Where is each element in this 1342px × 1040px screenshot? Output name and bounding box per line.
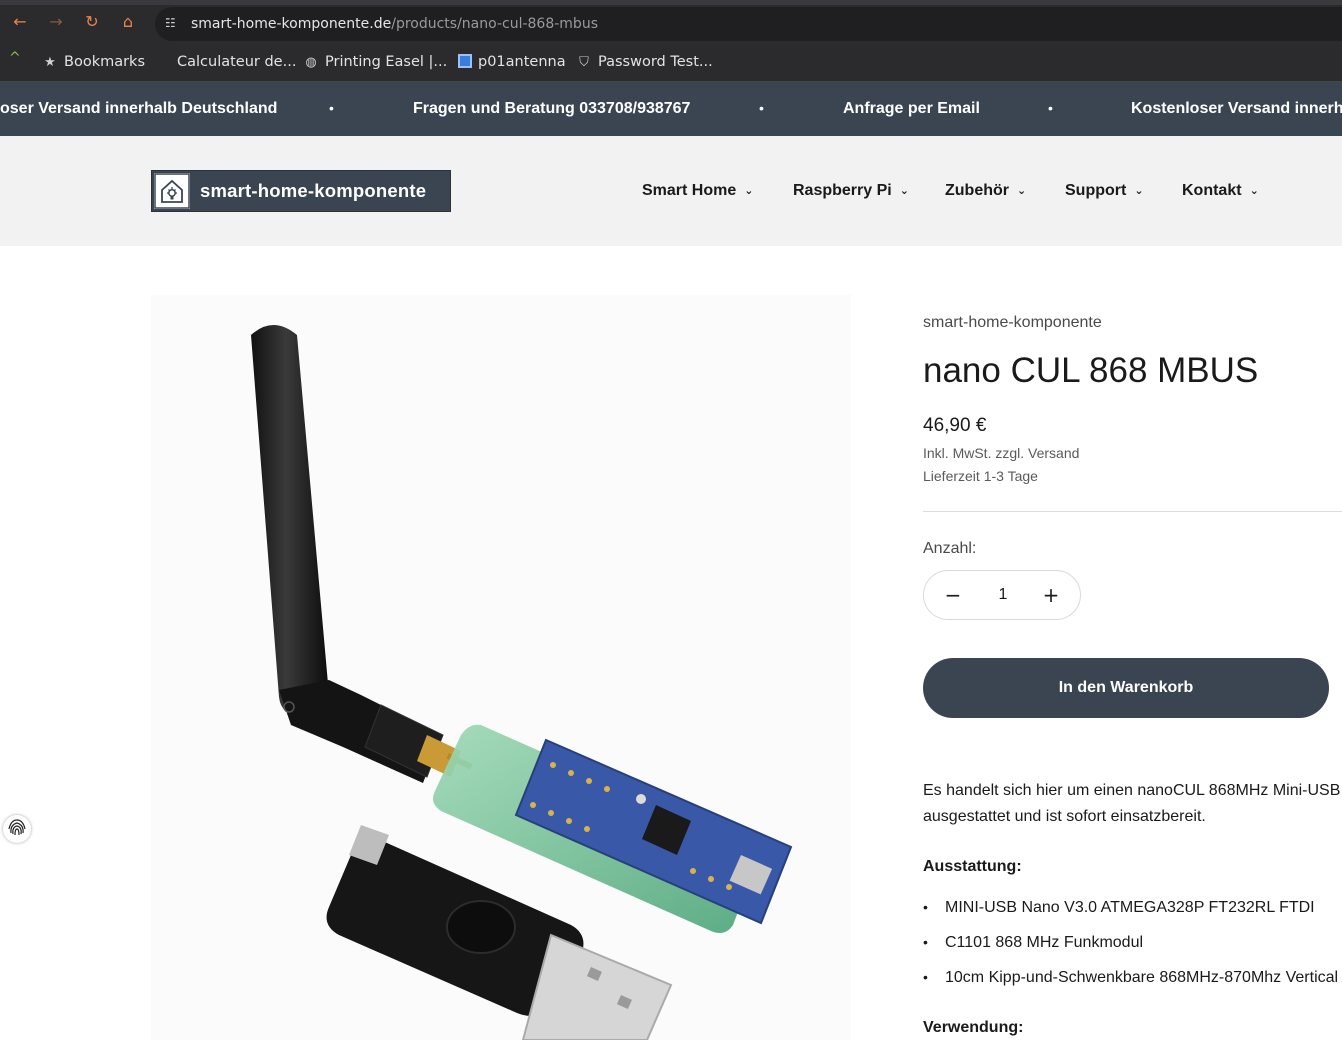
- bookmark-calculateur[interactable]: Calculateur de...: [177, 51, 296, 73]
- address-bar[interactable]: ☷ smart-home-komponente.de/products/nano…: [155, 7, 1342, 41]
- nav-label: Raspberry Pi: [793, 182, 892, 199]
- announcement-separator: •: [759, 100, 764, 116]
- shield-icon: ⛉: [579, 55, 589, 70]
- announcement-item: Kostenloser Versand innerhalb Deutschlan…: [1131, 100, 1342, 117]
- quantity-label: Anzahl:: [923, 540, 977, 557]
- tax-note: Inkl. MwSt. zzgl. Versand: [923, 445, 1080, 461]
- announcement-item: Fragen und Beratung 033708/938767: [413, 100, 691, 117]
- equipment-heading: Ausstattung:: [923, 858, 1022, 875]
- back-arrow-icon[interactable]: ←: [10, 12, 30, 32]
- description-line: ausgestattet und ist sofort einsatzberei…: [923, 808, 1206, 825]
- nav-smart-home[interactable]: Smart Home ⌄: [642, 181, 753, 201]
- bookmark-label: Calculateur de...: [177, 54, 297, 70]
- bookmark-label: Printing Easel |...: [325, 54, 448, 70]
- nav-label: Zubehör: [945, 182, 1009, 199]
- product-title: nano CUL 868 MBUS: [923, 351, 1259, 390]
- chevron-down-icon: ⌄: [1134, 184, 1144, 197]
- nav-support[interactable]: Support ⌄: [1065, 181, 1144, 201]
- bookmark-p01antenna[interactable]: p01antenna: [458, 51, 566, 73]
- bookmark-bookmarks[interactable]: ★ Bookmarks: [42, 51, 145, 73]
- browser-tab-strip-edge: [0, 0, 1342, 5]
- usage-heading: Verwendung:: [923, 1019, 1024, 1036]
- divider: [923, 511, 1342, 512]
- globe-icon: ◍: [305, 55, 317, 70]
- nav-label: Support: [1065, 182, 1127, 199]
- announcement-item: Anfrage per Email: [843, 100, 980, 117]
- bullet-icon: •: [923, 969, 928, 985]
- nav-label: Smart Home: [642, 182, 737, 199]
- nav-kontakt[interactable]: Kontakt ⌄: [1182, 181, 1259, 201]
- star-icon: ★: [44, 55, 56, 70]
- house-logo-icon: [154, 173, 190, 209]
- fingerprint-icon[interactable]: [3, 815, 31, 843]
- bullet-icon: •: [923, 934, 928, 950]
- list-item: • MINI-USB Nano V3.0 ATMEGA328P FT232RL F…: [923, 897, 1342, 918]
- description-line: Es handelt sich hier um einen nanoCUL 86…: [923, 782, 1342, 799]
- product-description: Es handelt sich hier um einen nanoCUL 86…: [923, 778, 1342, 830]
- announcement-separator: •: [1048, 100, 1053, 116]
- delivery-time: Lieferzeit 1-3 Tage: [923, 468, 1038, 484]
- site-header: smart-home-komponente Smart Home ⌄ Raspbe…: [0, 136, 1342, 246]
- bookmarks-bar: ^ ★ Bookmarks Calculateur de... ◍ Printing…: [0, 42, 1342, 82]
- product-price: 46,90 €: [923, 415, 987, 436]
- add-to-cart-button[interactable]: In den Warenkorb: [923, 658, 1329, 718]
- chevron-down-icon: ⌄: [744, 184, 754, 197]
- site-logo[interactable]: smart-home-komponente: [151, 170, 451, 212]
- feature-text: 10cm Kipp-und-Schwenkbare 868MHz-870Mhz …: [945, 969, 1342, 986]
- nav-label: Kontakt: [1182, 182, 1242, 199]
- bullet-icon: •: [923, 899, 928, 915]
- list-item: • C1101 868 MHz Funkmodul: [923, 932, 1342, 953]
- chevron-down-icon: ⌄: [899, 184, 909, 197]
- url-host: smart-home-komponente.de: [191, 16, 392, 32]
- quantity-stepper: − +: [923, 570, 1081, 620]
- forward-arrow-icon[interactable]: →: [46, 12, 66, 32]
- product-image[interactable]: [151, 295, 851, 1040]
- feature-text: C1101 868 MHz Funkmodul: [945, 934, 1144, 951]
- product-vendor[interactable]: smart-home-komponente: [923, 313, 1102, 333]
- nav-zubehoer[interactable]: Zubehör ⌄: [945, 181, 1026, 201]
- chevron-up-icon[interactable]: ^: [9, 50, 21, 66]
- bookmark-label: p01antenna: [478, 54, 566, 70]
- calculator-icon: [458, 54, 472, 68]
- minus-icon[interactable]: −: [941, 583, 965, 607]
- site-settings-icon[interactable]: ☷: [165, 16, 179, 30]
- chevron-down-icon: ⌄: [1017, 184, 1027, 197]
- browser-toolbar: ← → ↻ ⌂ ☷ smart-home-komponente.de/produ…: [0, 0, 1342, 42]
- logo-text: smart-home-komponente: [200, 180, 427, 201]
- bookmark-password-test[interactable]: ⛉ Password Test...: [576, 51, 713, 73]
- nav-raspberry-pi[interactable]: Raspberry Pi ⌄: [793, 181, 909, 201]
- announcement-item: oser Versand innerhalb Deutschland: [0, 100, 278, 117]
- bookmark-printing-easel[interactable]: ◍ Printing Easel |...: [303, 51, 447, 73]
- quantity-input[interactable]: [979, 583, 1027, 607]
- feature-text: MINI-USB Nano V3.0 ATMEGA328P FT232RL FT…: [945, 899, 1315, 916]
- bookmark-label: Password Test...: [598, 54, 713, 70]
- url-path: /products/nano-cul-868-mbus: [391, 16, 598, 32]
- chevron-down-icon: ⌄: [1249, 184, 1259, 197]
- home-icon[interactable]: ⌂: [118, 12, 138, 32]
- list-item: • 10cm Kipp-und-Schwenkbare 868MHz-870Mhz…: [923, 967, 1342, 988]
- reload-icon[interactable]: ↻: [82, 12, 102, 32]
- bookmark-label: Bookmarks: [64, 54, 146, 70]
- url-text[interactable]: smart-home-komponente.de/products/nano-c…: [191, 16, 598, 32]
- plus-icon[interactable]: +: [1039, 583, 1063, 607]
- announcement-separator: •: [329, 100, 334, 116]
- announcement-bar: oser Versand innerhalb Deutschland • Fra…: [0, 82, 1342, 136]
